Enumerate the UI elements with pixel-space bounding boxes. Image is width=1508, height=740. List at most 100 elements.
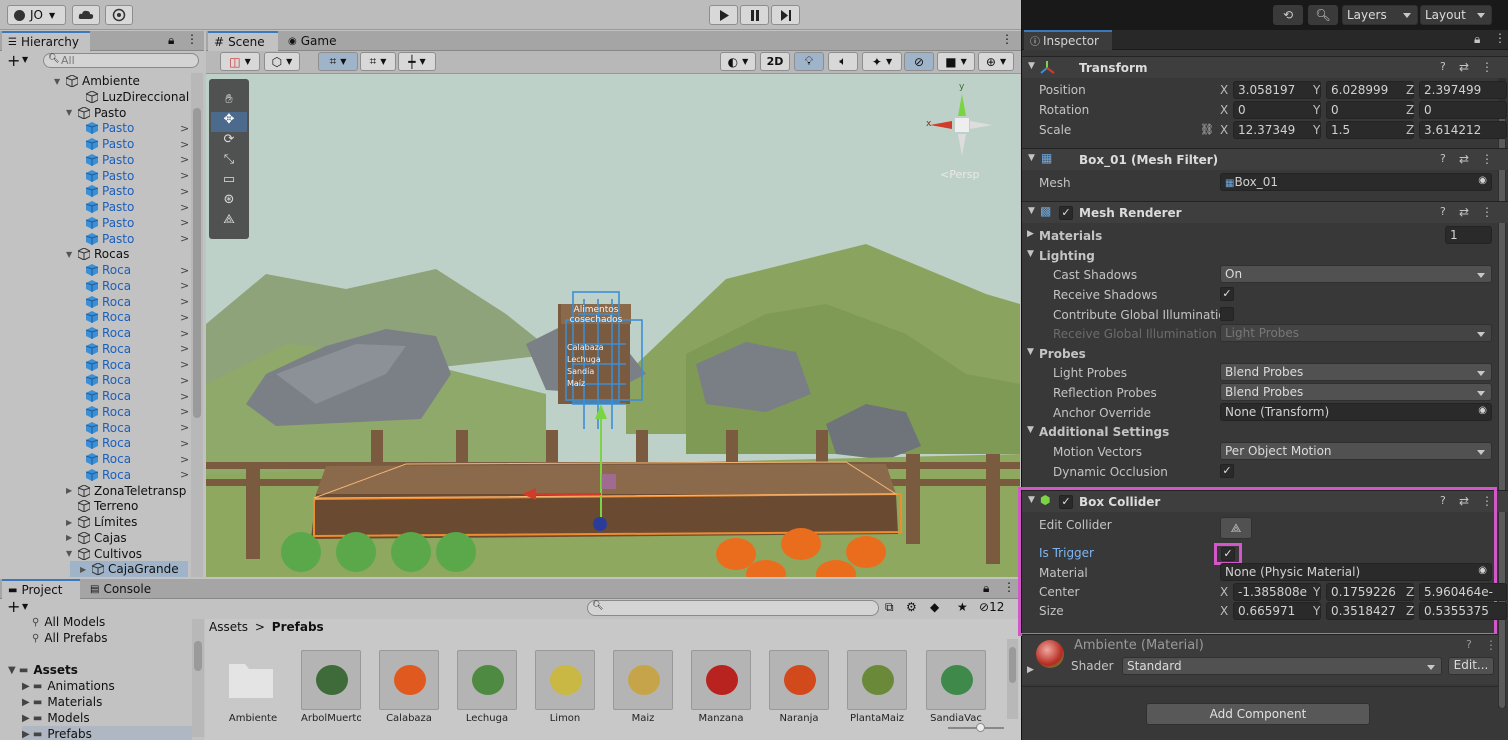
hierarchy-item[interactable]: ▶ Límites: [66, 514, 137, 530]
hierarchy-item[interactable]: Roca >: [74, 341, 189, 357]
fold-icon[interactable]: ▼: [1028, 61, 1035, 71]
asset-scrollbar[interactable]: [1007, 639, 1018, 719]
hierarchy-item[interactable]: ▼ Rocas: [66, 246, 129, 262]
fold-icon[interactable]: ▼: [66, 250, 78, 259]
fold-icon[interactable]: ▼: [1027, 249, 1034, 259]
scrollbar-thumb[interactable]: [1009, 647, 1016, 683]
search-button[interactable]: 🔍︎: [1308, 5, 1338, 25]
position-x-field[interactable]: 3.058197: [1233, 81, 1321, 99]
hierarchy-item[interactable]: Roca >: [74, 372, 189, 388]
fold-icon[interactable]: ▼: [66, 549, 78, 558]
tab-inspector[interactable]: ⓘ Inspector: [1024, 30, 1112, 50]
hand-tool-button[interactable]: ✋︎: [211, 92, 247, 112]
size-z-field[interactable]: 0.5355375: [1419, 602, 1507, 620]
hierarchy-item[interactable]: Pasto >: [74, 120, 189, 136]
layout-dropdown[interactable]: Layout: [1420, 5, 1492, 25]
orientation-gizmo[interactable]: y x <Persp: [922, 82, 992, 181]
preset-icon[interactable]: ⇄: [1459, 152, 1469, 166]
project-tree-scrollbar[interactable]: [192, 619, 204, 737]
hierarchy-item[interactable]: ▶ Cajas: [66, 530, 127, 546]
chevron-right-icon[interactable]: >: [180, 169, 189, 182]
asset-tile[interactable]: [379, 650, 439, 710]
hierarchy-item[interactable]: Pasto >: [74, 215, 189, 231]
edit-shader-button[interactable]: Edit...: [1448, 657, 1494, 675]
rotate-tool-button[interactable]: ⟳: [211, 132, 247, 152]
mesh-filter-header[interactable]: ▼ ▦ Box_01 (Mesh Filter) ? ⇄ ⋮: [1022, 148, 1508, 170]
label-icon[interactable]: ◆: [930, 600, 939, 614]
asset-tile[interactable]: [301, 650, 361, 710]
materials-count-field[interactable]: 1: [1445, 226, 1492, 244]
fold-right-icon[interactable]: ▶: [1027, 229, 1034, 239]
asset-tile[interactable]: [691, 650, 751, 710]
chevron-right-icon[interactable]: >: [180, 138, 189, 151]
scene-viewport[interactable]: Alimentos cosechados Calabaza Lechuga Sa…: [206, 74, 1020, 577]
more-icon[interactable]: ⋮: [1494, 31, 1506, 45]
size-x-field[interactable]: 0.665971: [1233, 602, 1321, 620]
tab-console[interactable]: ▤ Console: [84, 579, 164, 599]
chevron-right-icon[interactable]: >: [180, 374, 189, 387]
hierarchy-item[interactable]: Roca >: [74, 388, 189, 404]
chevron-right-icon[interactable]: >: [180, 264, 189, 277]
anchor-override-field[interactable]: None (Transform) ◉: [1220, 403, 1492, 421]
object-picker-icon[interactable]: ◉: [1478, 405, 1487, 416]
account-dropdown[interactable]: JO ▼: [7, 5, 66, 25]
asset-tile[interactable]: [223, 650, 283, 710]
hierarchy-item[interactable]: ▼ Pasto: [66, 105, 126, 121]
cloud-button[interactable]: [72, 5, 100, 25]
help-icon[interactable]: ?: [1440, 60, 1446, 73]
hierarchy-item[interactable]: Roca >: [74, 467, 189, 483]
chevron-down-icon[interactable]: ▼: [22, 602, 28, 611]
scale-x-field[interactable]: 12.37349: [1233, 121, 1321, 139]
lock-icon[interactable]: 🔒︎: [1474, 32, 1480, 47]
fold-icon[interactable]: ▼: [66, 108, 78, 117]
reflection-probes-dropdown[interactable]: Blend Probes: [1220, 383, 1492, 401]
2d-toggle[interactable]: 2D: [760, 52, 790, 71]
hierarchy-item[interactable]: Pasto >: [74, 168, 189, 184]
chevron-right-icon[interactable]: >: [180, 453, 189, 466]
motion-vectors-dropdown[interactable]: Per Object Motion: [1220, 442, 1492, 460]
collab-button[interactable]: [105, 5, 133, 25]
chevron-right-icon[interactable]: >: [180, 279, 189, 292]
project-tree-item[interactable]: ⚲ All Prefabs: [32, 630, 108, 646]
preset-icon[interactable]: ⇄: [1459, 205, 1469, 219]
hierarchy-item[interactable]: ▼ Ambiente: [54, 73, 140, 89]
add-component-button[interactable]: Add Component: [1146, 703, 1370, 725]
star-icon[interactable]: ★: [957, 600, 968, 614]
transform-header[interactable]: ▼ Transform ? ⇄ ⋮: [1022, 56, 1508, 78]
tab-hierarchy[interactable]: ☰ Hierarchy: [2, 31, 90, 51]
link-icon[interactable]: ⛓: [1200, 123, 1214, 136]
fold-icon[interactable]: ▶: [66, 533, 78, 542]
hierarchy-item[interactable]: Pasto >: [74, 152, 189, 168]
shading-dropdown[interactable]: ⬡ ▼: [264, 52, 300, 71]
mesh-field[interactable]: ▦Box_01 ◉: [1220, 173, 1492, 191]
project-tree-item[interactable]: ▶ ▬ Prefabs: [22, 726, 192, 740]
dynamic-occlusion-checkbox[interactable]: ✓: [1220, 464, 1234, 478]
transform-tool-button[interactable]: ⊛: [211, 192, 247, 212]
rotation-y-field[interactable]: 0: [1326, 101, 1414, 119]
more-icon[interactable]: ⋮: [1481, 60, 1493, 74]
lock-icon[interactable]: 🔒︎: [168, 33, 174, 48]
chevron-right-icon[interactable]: >: [180, 342, 189, 355]
chevron-right-icon[interactable]: >: [180, 153, 189, 166]
move-tool-button[interactable]: ✥: [211, 112, 247, 132]
position-z-field[interactable]: 2.397499: [1419, 81, 1507, 99]
fold-icon[interactable]: ▶: [66, 486, 78, 495]
more-icon[interactable]: ⋮: [186, 32, 198, 46]
hierarchy-item[interactable]: Roca >: [74, 420, 189, 436]
hierarchy-item[interactable]: LuzDireccional: [74, 89, 189, 105]
hierarchy-item[interactable]: ▼ Cultivos: [66, 546, 142, 562]
hierarchy-item[interactable]: Roca >: [74, 309, 189, 325]
asset-tile[interactable]: [457, 650, 517, 710]
chevron-right-icon[interactable]: >: [180, 311, 189, 324]
fold-icon[interactable]: ▼: [1028, 206, 1035, 216]
fold-icon[interactable]: ▼: [1027, 425, 1034, 435]
position-y-field[interactable]: 6.028999: [1326, 81, 1414, 99]
draw-mode-dropdown[interactable]: ◫ ▼: [220, 52, 260, 71]
chevron-right-icon[interactable]: >: [180, 358, 189, 371]
asset-tile[interactable]: [926, 650, 986, 710]
fold-icon[interactable]: ▼: [54, 77, 66, 86]
lighting-section[interactable]: ▼ Lighting: [1022, 246, 1508, 266]
hierarchy-item[interactable]: Roca >: [74, 404, 189, 420]
hierarchy-item[interactable]: Pasto >: [74, 136, 189, 152]
scale-y-field[interactable]: 1.5: [1326, 121, 1414, 139]
